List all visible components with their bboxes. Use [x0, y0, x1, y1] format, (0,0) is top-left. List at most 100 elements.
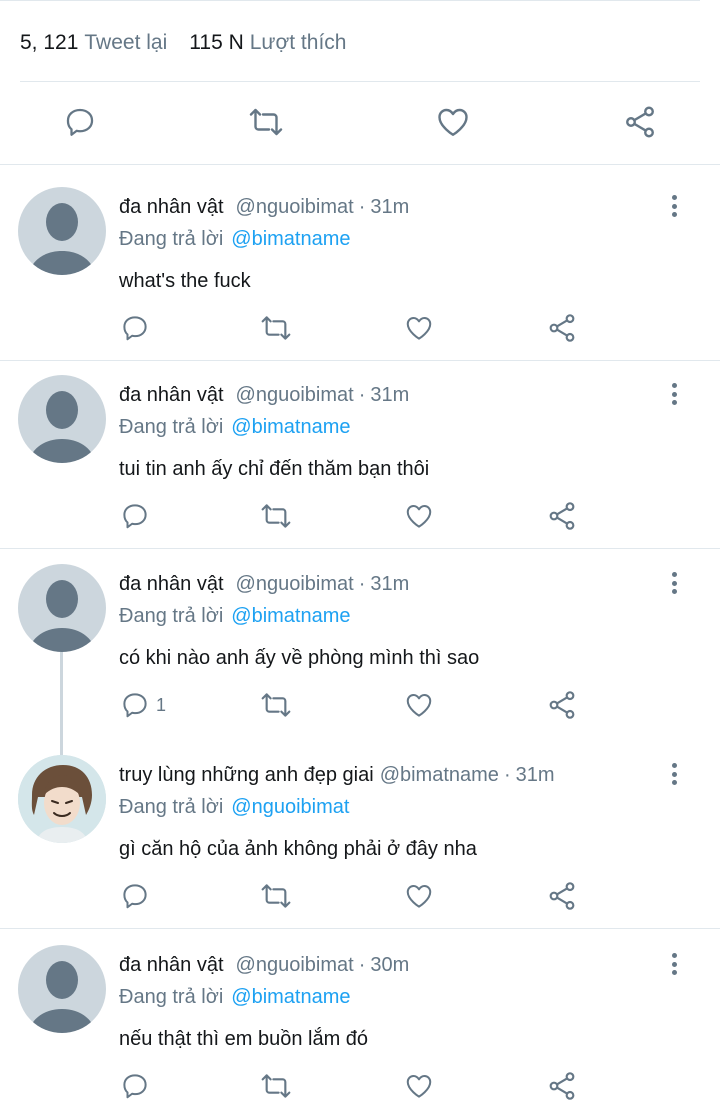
like-icon: [406, 1075, 432, 1098]
reply-icon: [123, 884, 147, 909]
share-icon: [626, 106, 654, 138]
default-avatar-icon: [28, 580, 96, 652]
replying-to-label: Đang trả lời: [119, 795, 224, 818]
reply-button[interactable]: [120, 313, 156, 343]
share-button[interactable]: [546, 501, 578, 531]
tweet-divider: [0, 360, 720, 361]
retweet-button[interactable]: [260, 1071, 292, 1101]
like-icon: [406, 317, 432, 340]
reply-icon: [123, 504, 147, 529]
share-icon: [549, 502, 575, 530]
replying-to-handle[interactable]: @bimatname: [231, 986, 350, 1009]
user-handle[interactable]: @bimatname: [380, 764, 499, 787]
reply-icon: [123, 316, 147, 341]
retweet-button[interactable]: [260, 313, 292, 343]
replying-to-handle[interactable]: @bimatname: [231, 228, 350, 251]
retweet-icon: [261, 884, 291, 908]
reply-button[interactable]: [120, 881, 156, 911]
display-name[interactable]: đa nhân vật: [119, 384, 224, 407]
more-options-icon[interactable]: [664, 951, 684, 977]
user-handle[interactable]: @nguoibimat: [236, 196, 354, 219]
like-button[interactable]: [404, 1071, 434, 1101]
tweet-actions: [0, 495, 720, 539]
replying-to-handle[interactable]: @bimatname: [231, 605, 350, 628]
share-button[interactable]: [546, 690, 578, 720]
like-icon: [406, 694, 432, 717]
retweet-button[interactable]: [260, 501, 292, 531]
tweet-text: gì căn hộ của ảnh không phải ở đây nha: [119, 837, 477, 860]
share-icon: [549, 882, 575, 910]
like-icon: [406, 885, 432, 908]
stats-divider: [20, 81, 700, 82]
share-button[interactable]: [546, 1071, 578, 1101]
tweet-actions: 1: [0, 684, 720, 728]
share-button[interactable]: [546, 881, 578, 911]
separator: ·: [503, 763, 511, 786]
retweet-button[interactable]: [260, 881, 292, 911]
replying-to-handle[interactable]: @nguoibimat: [231, 796, 349, 819]
reply-button[interactable]: 1: [120, 690, 166, 720]
tweet-actions: [0, 307, 720, 351]
replying-to-label: Đang trả lời: [119, 415, 224, 438]
display-name[interactable]: đa nhân vật: [119, 954, 224, 977]
reply-icon: [66, 108, 94, 136]
reply-button[interactable]: [62, 104, 98, 140]
avatar[interactable]: [18, 375, 106, 463]
tweet-text: có khi nào anh ấy về phòng mình thì sao: [119, 646, 480, 669]
display-name[interactable]: đa nhân vật: [119, 573, 224, 596]
replying-to-handle[interactable]: @bimatname: [231, 416, 350, 439]
like-count[interactable]: 115 N: [189, 31, 243, 55]
timestamp: 31m: [370, 383, 410, 406]
default-avatar-icon: [28, 391, 96, 463]
like-button[interactable]: [435, 104, 471, 140]
like-button[interactable]: [404, 313, 434, 343]
like-button[interactable]: [404, 690, 434, 720]
retweet-button[interactable]: [260, 690, 292, 720]
reply-button[interactable]: [120, 1071, 156, 1101]
default-avatar-icon: [28, 961, 96, 1033]
reply-button[interactable]: [120, 501, 156, 531]
display-name[interactable]: đa nhân vật: [119, 196, 224, 219]
user-handle[interactable]: @nguoibimat: [236, 573, 354, 596]
separator: ·: [358, 953, 366, 976]
profile-photo-icon: [18, 755, 106, 843]
section-divider: [0, 164, 720, 165]
avatar[interactable]: [18, 755, 106, 843]
tweet-divider: [0, 548, 720, 549]
avatar[interactable]: [18, 564, 106, 652]
share-icon: [549, 691, 575, 719]
default-avatar-icon: [28, 203, 96, 275]
separator: ·: [358, 572, 366, 595]
more-options-icon[interactable]: [664, 381, 684, 407]
like-button[interactable]: [404, 881, 434, 911]
replying-to-label: Đang trả lời: [119, 604, 224, 627]
timestamp: 31m: [515, 763, 555, 786]
reply-icon: [123, 693, 147, 718]
like-icon: [438, 108, 468, 136]
user-handle[interactable]: @nguoibimat: [236, 954, 354, 977]
retweet-label[interactable]: Tweet lại: [84, 31, 167, 55]
display-name[interactable]: truy lùng những anh đẹp giai: [119, 764, 374, 787]
more-options-icon[interactable]: [664, 570, 684, 596]
avatar[interactable]: [18, 187, 106, 275]
like-button[interactable]: [404, 501, 434, 531]
retweet-button[interactable]: [248, 104, 284, 140]
share-button[interactable]: [622, 104, 658, 140]
like-label[interactable]: Lượt thích: [250, 31, 347, 55]
separator: ·: [358, 383, 366, 406]
reply-count: 1: [156, 694, 167, 715]
more-options-icon[interactable]: [664, 193, 684, 219]
retweet-icon: [261, 316, 291, 340]
more-options-icon[interactable]: [664, 761, 684, 787]
tweet-actions: [0, 1065, 720, 1109]
retweet-icon: [261, 1074, 291, 1098]
share-button[interactable]: [546, 313, 578, 343]
main-tweet-actions: [0, 100, 720, 146]
retweet-count[interactable]: 5, 121: [20, 31, 78, 55]
user-handle[interactable]: @nguoibimat: [236, 384, 354, 407]
avatar[interactable]: [18, 945, 106, 1033]
replying-to-label: Đang trả lời: [119, 985, 224, 1008]
reply-icon: [123, 1074, 147, 1099]
share-icon: [549, 314, 575, 342]
replying-to-label: Đang trả lời: [119, 227, 224, 250]
